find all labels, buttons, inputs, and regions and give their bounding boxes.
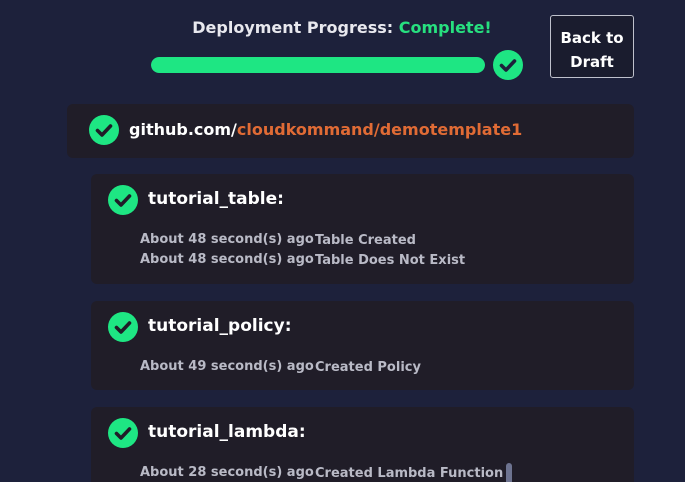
check-circle-icon xyxy=(89,115,119,145)
repo-path: cloudkommand/demotemplate1 xyxy=(236,120,523,139)
event-message: Table Does Not Exist xyxy=(315,253,466,268)
progress-fill xyxy=(151,57,485,73)
progress-status: Complete! xyxy=(398,18,492,37)
event-time: About 48 second(s) ago xyxy=(140,252,314,267)
back-button-line2: Draft xyxy=(570,53,614,71)
event-message: Table Created xyxy=(315,233,416,248)
check-circle-icon xyxy=(108,185,138,215)
back-button-line1: Back to xyxy=(560,29,624,47)
resource-name: tutorial_lambda: xyxy=(148,422,306,442)
progress-label: Deployment Progress: xyxy=(192,18,394,37)
progress-title: Deployment Progress: Complete! xyxy=(150,18,534,38)
back-to-draft-button[interactable]: Back to Draft xyxy=(550,15,634,78)
resource-name: tutorial_table: xyxy=(148,189,284,209)
repo-host: github.com/ xyxy=(129,120,237,139)
check-circle-icon xyxy=(108,312,138,342)
repo-card: github.com/cloudkommand/demotemplate1 xyxy=(67,104,634,158)
event-time: About 28 second(s) ago xyxy=(140,465,314,480)
resource-card-tutorial-lambda: tutorial_lambda: About 28 second(s) ago … xyxy=(91,407,634,482)
event-message: Created Lambda Function xyxy=(315,466,504,481)
scrollbar-thumb[interactable] xyxy=(506,463,512,482)
resource-card-tutorial-policy: tutorial_policy: About 49 second(s) ago … xyxy=(91,301,634,390)
resource-name: tutorial_policy: xyxy=(148,316,292,336)
resource-card-tutorial-table: tutorial_table: About 48 second(s) ago T… xyxy=(91,174,634,284)
repo-link[interactable]: github.com/cloudkommand/demotemplate1 xyxy=(129,120,522,140)
check-circle-icon xyxy=(108,418,138,448)
progress-bar xyxy=(151,57,485,73)
event-message: Created Policy xyxy=(315,360,421,375)
deployment-page: Deployment Progress: Complete! Back to D… xyxy=(0,0,685,482)
event-time: About 48 second(s) ago xyxy=(140,232,314,247)
event-time: About 49 second(s) ago xyxy=(140,359,314,374)
check-circle-icon xyxy=(493,50,523,80)
